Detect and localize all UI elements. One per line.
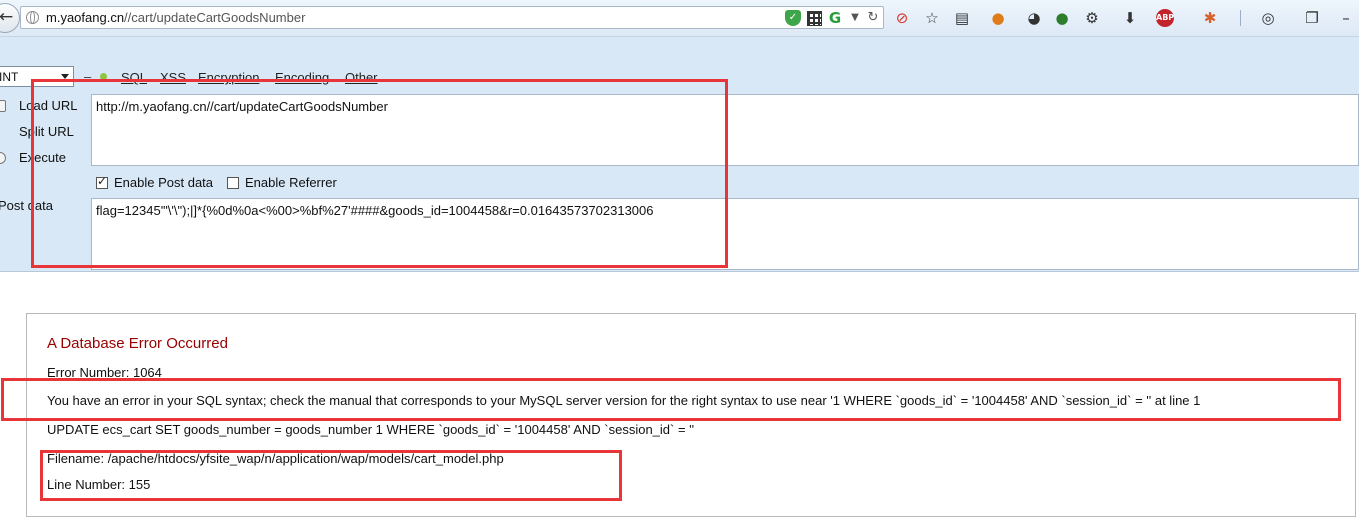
palette-icon[interactable]: ◕ — [1024, 8, 1044, 28]
error-query: UPDATE ecs_cart SET goods_number = goods… — [47, 422, 695, 437]
split-url-icon — [0, 126, 2, 138]
adblock-icon[interactable]: ABP — [1156, 9, 1174, 27]
enable-post-checkbox[interactable] — [96, 174, 108, 189]
address-text[interactable]: m.yaofang.cn//cart/updateCartGoodsNumber — [46, 10, 305, 25]
download-icon[interactable]: ⬇ — [1120, 8, 1140, 28]
execute-icon — [0, 152, 6, 164]
g-extension-icon[interactable]: G — [827, 10, 843, 26]
firebug-icon[interactable]: ✱ — [1200, 8, 1220, 28]
planet-icon[interactable]: ◎ — [1258, 8, 1278, 28]
error-message: You have an error in your SQL syntax; ch… — [47, 393, 1201, 408]
hackbar-panel: INT – SQL XSS Encryption Encoding Other … — [0, 37, 1359, 272]
browser-toolbar: m.yaofang.cn//cart/updateCartGoodsNumber… — [0, 0, 1359, 37]
enable-post-label[interactable]: Enable Post data — [114, 175, 213, 190]
load-url-button[interactable]: Load URL — [19, 98, 78, 113]
address-bar[interactable]: m.yaofang.cn//cart/updateCartGoodsNumber… — [20, 6, 884, 29]
reload-icon[interactable]: ↻ — [865, 10, 881, 26]
back-icon[interactable] — [0, 3, 20, 33]
execute-button[interactable]: Execute — [19, 150, 66, 165]
chevron-down-icon[interactable]: ▼ — [847, 10, 863, 26]
menu-xss[interactable]: XSS — [160, 70, 186, 85]
type-select[interactable]: INT — [0, 66, 74, 87]
windows-icon[interactable]: ❐ — [1302, 8, 1322, 28]
qr-code-icon[interactable] — [807, 11, 822, 26]
post-data-textarea[interactable]: flag=12345'"\'\");|]*{%0d%0a<%00>%bf%27'… — [91, 198, 1359, 270]
reading-list-icon[interactable]: ▤ — [952, 8, 972, 28]
gear-icon[interactable]: ⚙ — [1082, 8, 1102, 28]
menu-encoding[interactable]: Encoding — [275, 70, 329, 85]
error-number: Error Number: 1064 — [47, 365, 162, 380]
leaf-icon[interactable]: ● — [1052, 8, 1072, 28]
globe-icon — [26, 11, 39, 24]
separator-dash: – — [84, 69, 92, 84]
menu-sql[interactable]: SQL — [121, 70, 147, 85]
toolbar-separator — [1240, 10, 1241, 26]
minimize-icon[interactable]: – — [1336, 8, 1356, 28]
firefox-icon[interactable]: ● — [988, 8, 1008, 28]
error-filename: Filename: /apache/htdocs/yfsite_wap/n/ap… — [47, 451, 504, 466]
enable-referrer-checkbox[interactable] — [227, 177, 239, 189]
bookmark-star-icon[interactable]: ☆ — [922, 8, 942, 28]
error-title: A Database Error Occurred — [47, 335, 228, 352]
split-url-button[interactable]: Split URL — [19, 124, 74, 139]
post-data-label: Post data — [0, 198, 53, 213]
shield-icon[interactable]: ✓ — [785, 10, 801, 26]
url-value: http://m.yaofang.cn//cart/updateCartGood… — [96, 99, 388, 114]
post-value: flag=12345'"\'\");|]*{%0d%0a<%00>%bf%27'… — [96, 203, 654, 218]
block-icon[interactable]: ⊘ — [892, 8, 912, 28]
url-textarea[interactable]: http://m.yaofang.cn//cart/updateCartGood… — [91, 94, 1359, 166]
menu-encryption[interactable]: Encryption — [198, 70, 259, 85]
status-dot-icon — [100, 73, 107, 80]
load-url-icon — [0, 100, 6, 112]
enable-referrer-label[interactable]: Enable Referrer — [245, 175, 337, 190]
menu-other[interactable]: Other — [345, 70, 378, 85]
error-line-number: Line Number: 155 — [47, 477, 151, 492]
